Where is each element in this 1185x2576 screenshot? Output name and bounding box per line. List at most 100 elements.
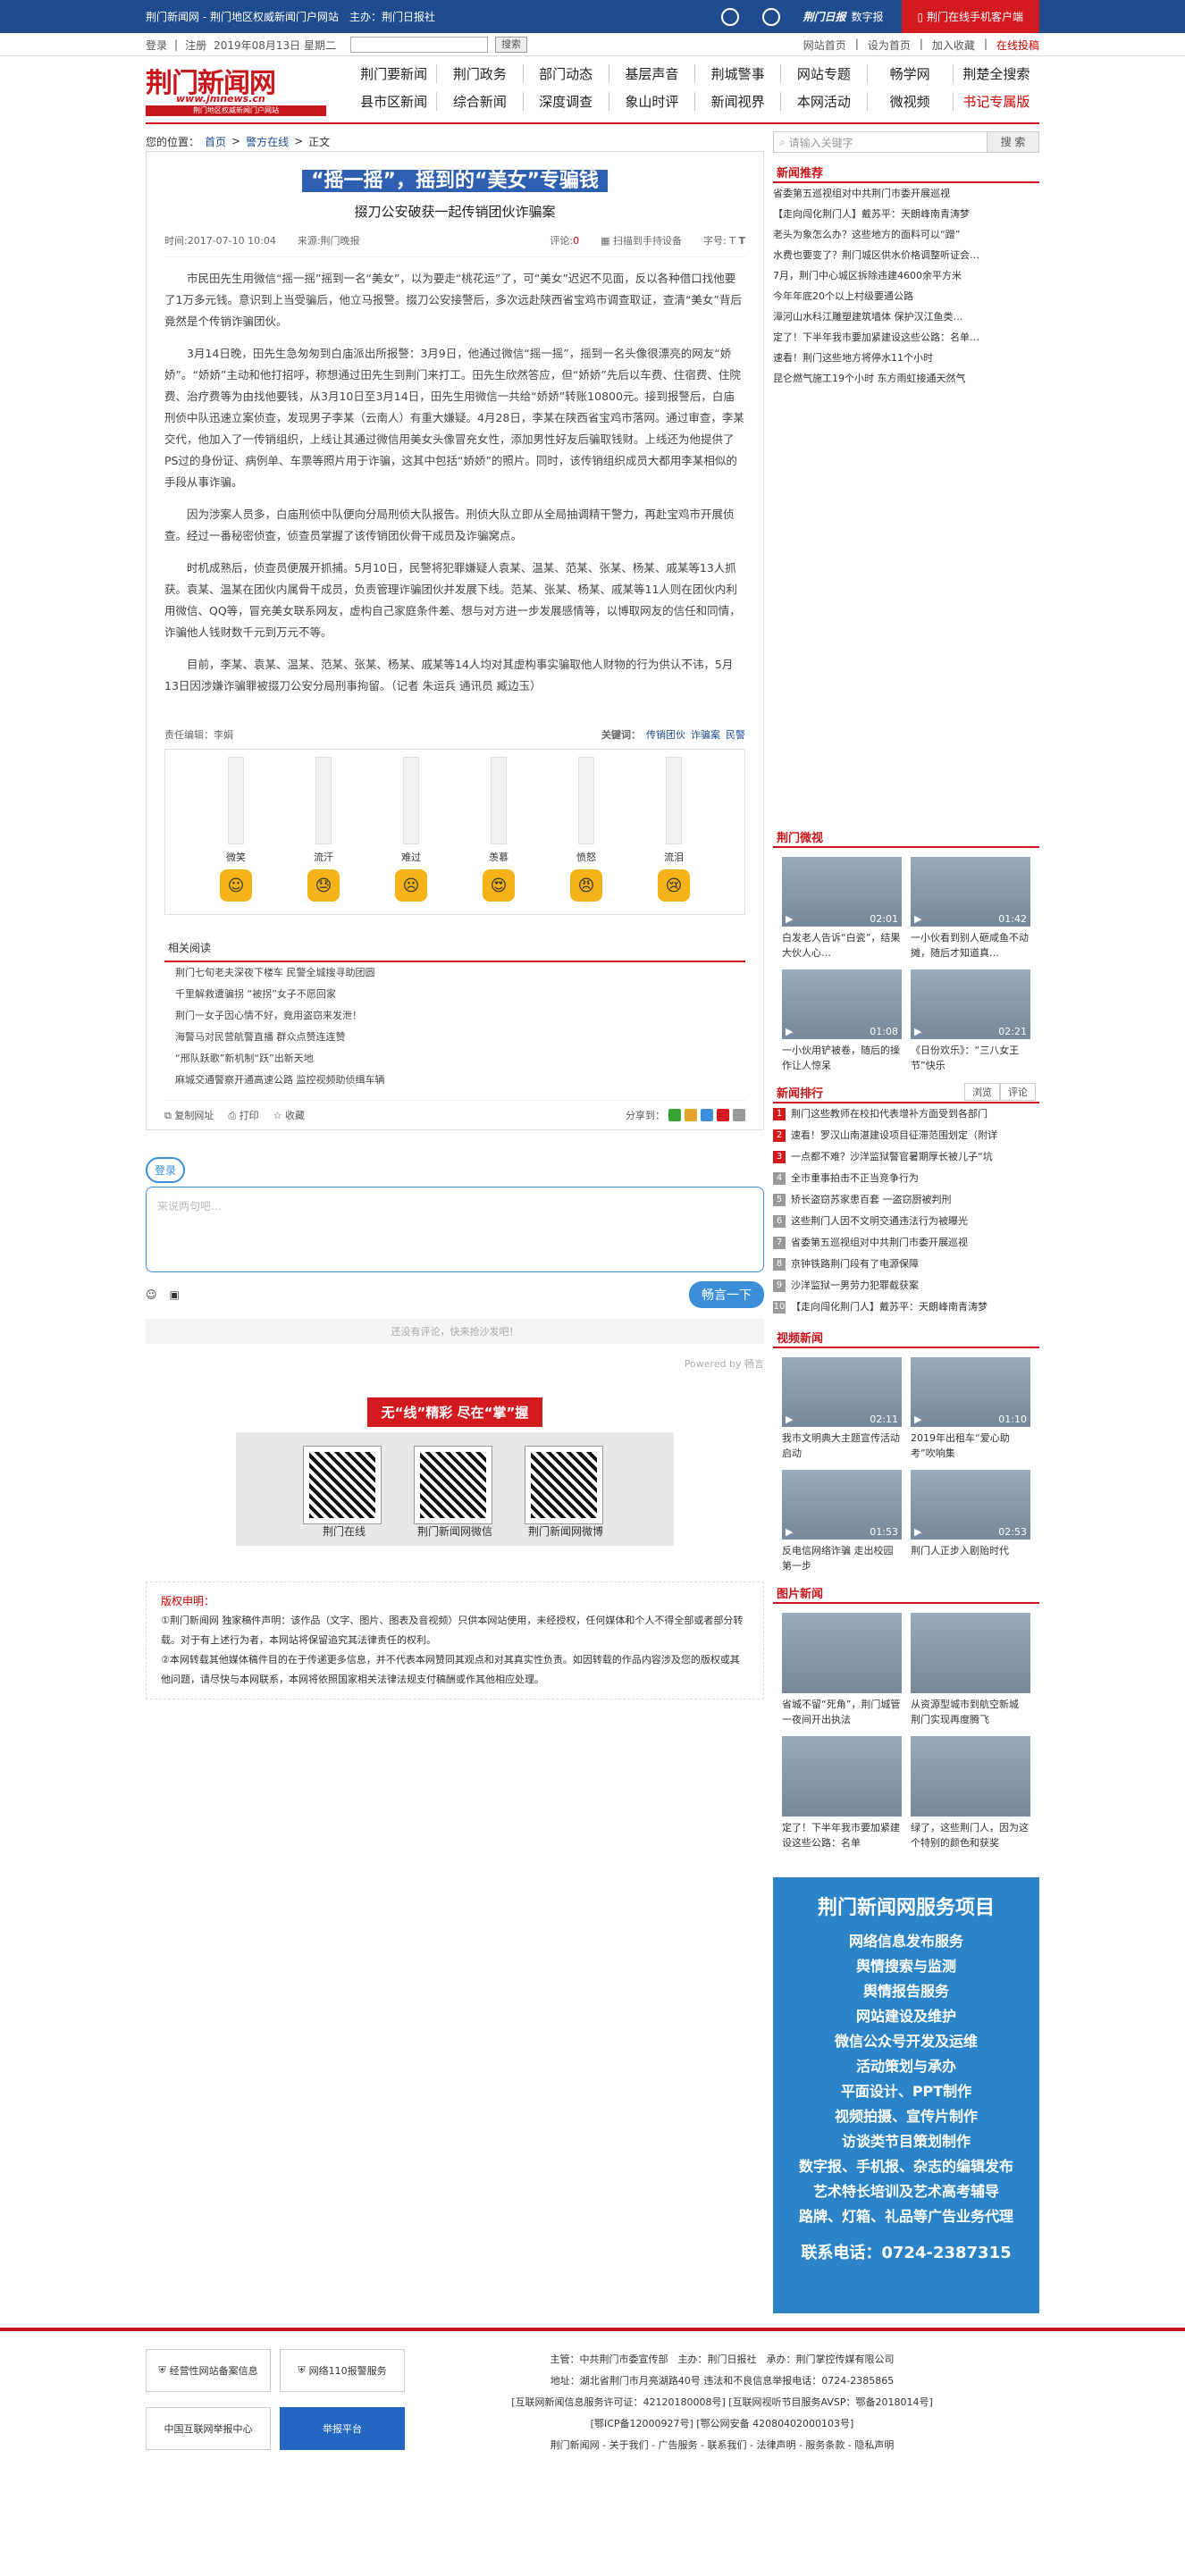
related-item[interactable]: 荆门一女子因心情不好，竟用盗窃来发泄！: [164, 1005, 745, 1027]
mood-item[interactable]: 难过 ☹: [384, 757, 438, 914]
rank-item[interactable]: 10 【走向闯化荆门人】戴苏平：天朗峰南青涛梦: [773, 1296, 1039, 1318]
pic-card[interactable]: 从资源型城市到航空新城 荆门实现再度腾飞: [911, 1613, 1030, 1727]
nav-item[interactable]: 书记专属版: [954, 92, 1039, 111]
rank-item[interactable]: 3 一点都不难？沙洋监狱警官暑期厚长被儿子“坑: [773, 1146, 1039, 1168]
pic-thumb[interactable]: [911, 1613, 1030, 1693]
comment-count[interactable]: 评论:0: [550, 233, 579, 248]
image-icon[interactable]: ▣: [170, 1288, 180, 1301]
share-label[interactable]: 分享到：: [626, 1108, 665, 1122]
side-search-input[interactable]: 请输入关键字: [789, 135, 853, 150]
angry-icon[interactable]: 😠: [570, 869, 602, 902]
more-share-icon[interactable]: [733, 1109, 745, 1121]
police-badge[interactable]: ⛨ 网络110报警服务: [280, 2349, 405, 2392]
nav-item[interactable]: 象山时评: [609, 92, 695, 111]
pic-thumb[interactable]: [911, 1736, 1030, 1817]
video-caption[interactable]: 一小伙看到别人砸咸鱼不动摊，随后才知道真…: [911, 930, 1030, 961]
side-search[interactable]: ⌕ 请输入关键字 搜 索: [773, 131, 1039, 153]
vnews-caption[interactable]: 我市文明典大主题宣传活动启动: [782, 1431, 902, 1461]
rank-text[interactable]: 一点都不难？沙洋监狱警官暑期厚长被儿子“坑: [791, 1146, 993, 1168]
rank-text[interactable]: 荆门这些教师在校扣代表增补方面受到各部门: [791, 1103, 988, 1125]
pic-caption[interactable]: 定了！下半年我市要加紧建设这些公路：名单: [782, 1820, 902, 1850]
font-large-icon[interactable]: T: [738, 235, 745, 247]
rec-item[interactable]: 漳河山水科江雕塑建筑墙体 保护汉江鱼类…: [773, 306, 1039, 327]
weibo-share-icon[interactable]: [717, 1109, 729, 1121]
nav-item[interactable]: 深度调查: [524, 92, 609, 111]
rank-item[interactable]: 6 这些荆门人因不文明交通违法行为被曝光: [773, 1211, 1039, 1232]
weibo-link[interactable]: [761, 7, 780, 26]
video-thumb[interactable]: ▶ 01:08: [782, 969, 902, 1039]
vnews-thumb[interactable]: ▶ 02:11: [782, 1357, 902, 1427]
video-caption[interactable]: 白发老人告诉“白瓷”，结果大伙人心…: [782, 930, 902, 961]
mood-item[interactable]: 流汗 😓: [297, 757, 350, 914]
footer-links[interactable]: 荆门新闻网 - 关于我们 - 广告服务 - 联系我们 - 法律声明 - 服务条款…: [405, 2435, 1039, 2456]
rank-item[interactable]: 9 沙洋监狱一男劳力犯罪截获案: [773, 1275, 1039, 1296]
mood-item[interactable]: 流泪 😢: [647, 757, 701, 914]
nav-item[interactable]: 新闻视界: [695, 92, 782, 111]
video-card[interactable]: ▶ 02:21 《日份欢乐》：“三八女王节”快乐: [911, 969, 1030, 1073]
pic-caption[interactable]: 省城不留“死角”，荆门城管一夜间开出执法: [782, 1697, 902, 1727]
video-card[interactable]: ▶ 01:08 一小伙用铲被卷，随后的操作让人惊呆: [782, 969, 902, 1073]
mobile-app-link[interactable]: ▯ 荆门在线手机客户端: [901, 0, 1039, 33]
font-small-icon[interactable]: T: [729, 235, 735, 247]
qzone-share-icon[interactable]: [685, 1109, 697, 1121]
video-thumb[interactable]: ▶ 02:21: [911, 969, 1030, 1039]
tab-browse[interactable]: 浏览: [964, 1083, 1000, 1101]
crumb-home[interactable]: 首页: [205, 134, 226, 149]
rec-item[interactable]: 速看！荆门这些地方将停水11个小时: [773, 348, 1039, 368]
rec-item[interactable]: 今年年底20个以上村级要通公路: [773, 286, 1039, 306]
top-search-button[interactable]: 搜索: [494, 37, 527, 53]
powered-by[interactable]: Powered by 畅言: [146, 1356, 764, 1371]
register-link[interactable]: 注册: [185, 38, 206, 53]
digital-paper-link[interactable]: 荆门日报 数字报: [803, 9, 884, 24]
report-platform-badge[interactable]: 举报平台: [280, 2407, 405, 2450]
rank-text[interactable]: 京钟铁路荆门段有了电源保障: [791, 1254, 919, 1275]
nav-item[interactable]: 基层声音: [609, 64, 695, 83]
rank-item[interactable]: 4 全市重事拍击不正当竞争行为: [773, 1168, 1039, 1189]
site-logo[interactable]: 荆门新闻网 www.jmnews.cn 荆门地区权威新闻门户网站: [146, 61, 333, 116]
submit-link[interactable]: 在线投稿: [996, 38, 1039, 53]
vnews-card[interactable]: ▶ 01:53 反电信网络诈骗 走出校园第一步: [782, 1470, 902, 1573]
nav-item[interactable]: 综合新闻: [437, 92, 524, 111]
rank-item[interactable]: 8 京钟铁路荆门段有了电源保障: [773, 1254, 1039, 1275]
top-search-input[interactable]: [349, 37, 488, 53]
font-size-control[interactable]: 字号: T T: [703, 233, 745, 248]
nav-item[interactable]: 荆城警事: [695, 64, 782, 83]
rec-item[interactable]: 昆仑燃气施工19个小时 东方雨虹接通天然气: [773, 368, 1039, 389]
rank-item[interactable]: 1 荆门这些教师在校扣代表增补方面受到各部门: [773, 1103, 1039, 1125]
cry-icon[interactable]: 😢: [658, 869, 690, 902]
rec-item[interactable]: 老头为象怎么办？这些地方的面料可以“蹭”: [773, 224, 1039, 245]
pic-caption[interactable]: 绿了，这些荆门人，因为这个特别的颜色和获奖: [911, 1820, 1030, 1850]
wechat-link[interactable]: [720, 7, 739, 26]
mood-item[interactable]: 微笑 ☺: [209, 757, 263, 914]
pic-thumb[interactable]: [782, 1736, 902, 1817]
rank-text[interactable]: 【走向闯化荆门人】戴苏平：天朗峰南青涛梦: [791, 1296, 988, 1318]
pic-card[interactable]: 绿了，这些荆门人，因为这个特别的颜色和获奖: [911, 1736, 1030, 1850]
video-card[interactable]: ▶ 02:01 白发老人告诉“白瓷”，结果大伙人心…: [782, 857, 902, 961]
related-item[interactable]: 麻城交通警察开通高速公路 监控视频助侦缉车辆: [164, 1070, 745, 1091]
rank-text[interactable]: 速看！罗汉山南湛建设项目征滞范围划定（附详: [791, 1125, 997, 1146]
pic-card[interactable]: 定了！下半年我市要加紧建设这些公路：名单: [782, 1736, 902, 1850]
rank-text[interactable]: 这些荆门人因不文明交通违法行为被曝光: [791, 1211, 968, 1232]
pic-thumb[interactable]: [782, 1613, 902, 1693]
crumb-section[interactable]: 警方在线: [246, 134, 289, 149]
nav-item[interactable]: 网站专题: [781, 64, 868, 83]
related-item[interactable]: 千里解救遭骗拐 “被拐”女子不愿回家: [164, 984, 745, 1005]
home-link[interactable]: 网站首页: [803, 38, 846, 53]
video-thumb[interactable]: ▶ 01:42: [911, 857, 1030, 927]
related-item[interactable]: “邢队跃歌”新机制“跃”出新天地: [164, 1048, 745, 1070]
set-home-link[interactable]: 设为首页: [868, 38, 911, 53]
rank-text[interactable]: 省委第五巡视组对中共荆门市委开展巡视: [791, 1232, 968, 1254]
keyword-link[interactable]: 民警: [726, 729, 745, 741]
side-search-button[interactable]: 搜 索: [987, 132, 1038, 152]
rank-item[interactable]: 2 速看！罗汉山南湛建设项目征滞范围划定（附详: [773, 1125, 1039, 1146]
scan-link[interactable]: ▦ 扫描到手持设备: [601, 233, 682, 248]
pic-card[interactable]: 省城不留“死角”，荆门城管一夜间开出执法: [782, 1613, 902, 1727]
related-item[interactable]: 荆门七旬老夫深夜下楼车 民警全城搜寻助团圆: [164, 962, 745, 984]
vnews-thumb[interactable]: ▶ 01:53: [782, 1470, 902, 1540]
report-center-badge[interactable]: 中国互联网举报中心: [146, 2407, 271, 2450]
rank-text[interactable]: 全市重事拍击不正当竞争行为: [791, 1168, 919, 1189]
nav-item[interactable]: 畅学网: [868, 64, 954, 83]
video-caption[interactable]: 一小伙用铲被卷，随后的操作让人惊呆: [782, 1043, 902, 1073]
rec-item[interactable]: 7月，荆门中心城区拆除违建4600余平方米: [773, 265, 1039, 286]
qq-share-icon[interactable]: [701, 1109, 713, 1121]
